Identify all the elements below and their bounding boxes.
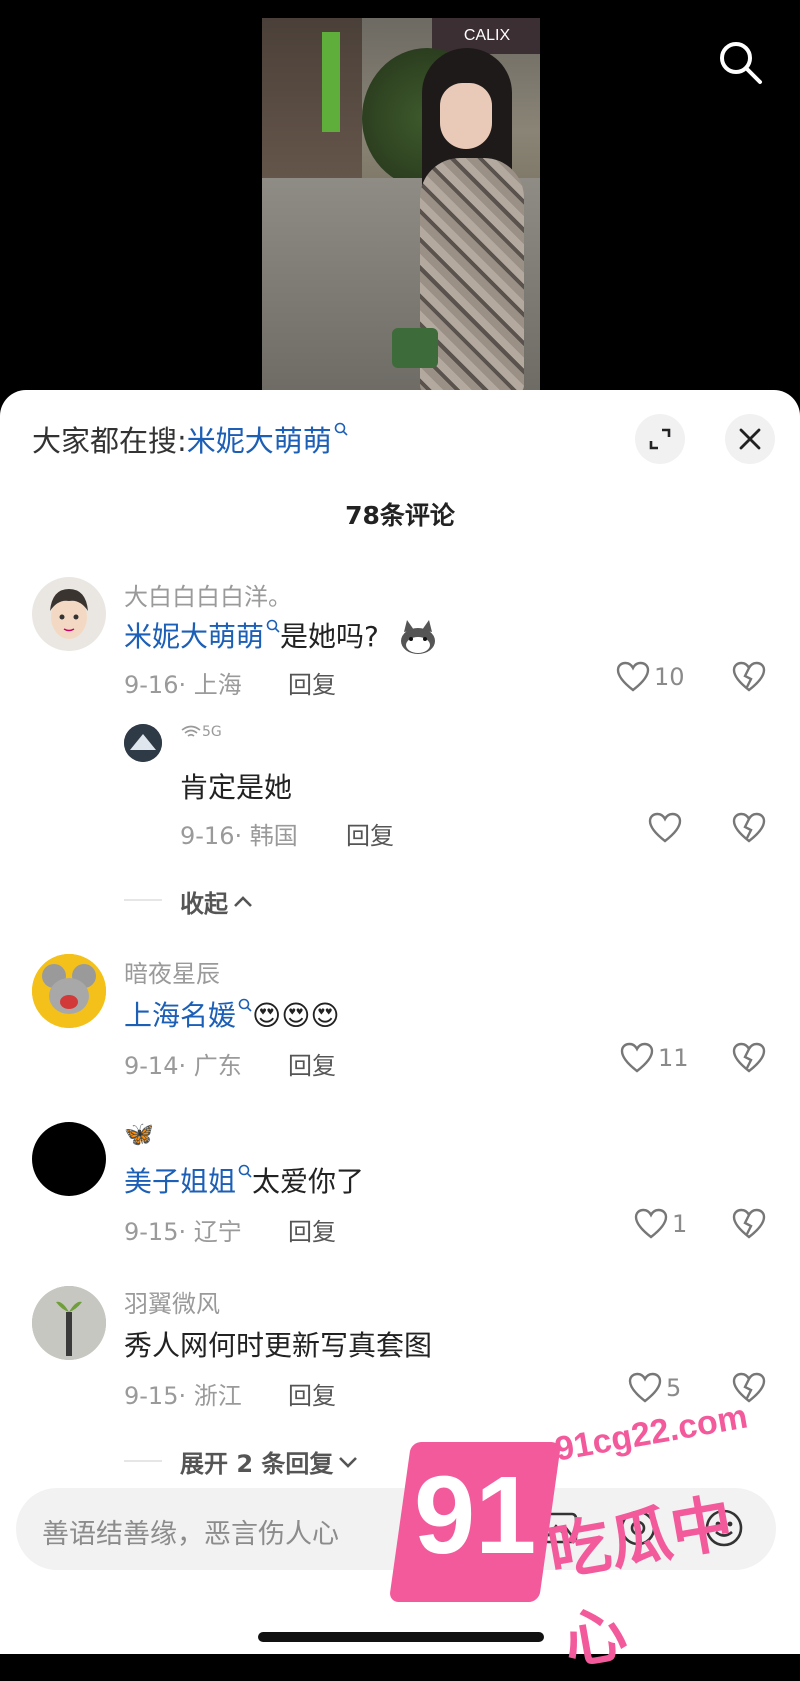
like-count: 10: [654, 663, 685, 691]
comment-input-placeholder: 善语结善缘，恶言伤人心: [42, 1519, 339, 1550]
watermark-url: 91cg22.com: [552, 1397, 751, 1469]
comment-username[interactable]: 羽翼微风: [124, 1284, 220, 1319]
comment-search-tag[interactable]: 上海名媛: [124, 999, 236, 1032]
comment-item: 大白白白白洋。 米妮大萌萌 是她吗? 9-16· 上海 回复 10: [0, 575, 800, 705]
reply-username-text: 5G: [202, 724, 222, 740]
fold-divider: [124, 899, 162, 901]
like-button[interactable]: 10: [616, 661, 685, 693]
like-button[interactable]: [648, 812, 686, 844]
comment-text: 上海名媛 😍😍😍: [124, 994, 340, 1034]
wifi-icon: [181, 725, 201, 737]
avatar-scenery: [124, 724, 162, 762]
chevron-down-icon: [339, 1456, 358, 1468]
comment-search-tag[interactable]: 米妮大萌萌: [124, 620, 264, 653]
heart-icon: [616, 661, 650, 692]
video-handbag: [392, 328, 438, 368]
reply-button[interactable]: 回复: [288, 665, 336, 700]
reply-date-location: 9-16· 韩国: [180, 822, 298, 850]
comment-text: 米妮大萌萌 是她吗?: [124, 615, 438, 656]
comment-date-location: 9-14· 广东: [124, 1052, 242, 1080]
comment-item: 🦋 美子姐姐 太爱你了 9-15· 辽宁 回复 1: [0, 1120, 800, 1250]
hot-search[interactable]: 大家都在搜:米妮大萌萌: [32, 418, 348, 460]
collapse-label: 收起: [180, 890, 228, 918]
comment-search-tag[interactable]: 美子姐姐: [124, 1165, 236, 1198]
comment-body: 太爱你了: [252, 1165, 365, 1198]
home-indicator[interactable]: [258, 1632, 544, 1642]
cat-sticker-icon: [400, 620, 435, 654]
like-button[interactable]: 5: [628, 1372, 681, 1404]
hot-search-prefix: 大家都在搜:: [32, 424, 187, 458]
comment-username[interactable]: 🦋: [124, 1120, 154, 1148]
video-frame[interactable]: CALIX: [262, 18, 540, 395]
comment-item: 羽翼微风 秀人网何时更新写真套图 9-15· 浙江 回复 5: [0, 1284, 800, 1414]
reply-button[interactable]: 回复: [288, 1046, 336, 1081]
expand-icon: [649, 428, 671, 450]
avatar[interactable]: [32, 954, 106, 1028]
comment-date-location: 9-16· 上海: [124, 671, 242, 699]
video-green-banner: [322, 32, 340, 132]
broken-heart-icon[interactable]: [732, 661, 766, 693]
expand-button[interactable]: [635, 414, 685, 464]
comment-date-location: 9-15· 浙江: [124, 1382, 242, 1410]
avatar[interactable]: [124, 724, 162, 762]
close-icon: [739, 428, 761, 450]
reply-button[interactable]: 回复: [288, 1376, 336, 1411]
broken-heart-icon[interactable]: [732, 812, 766, 844]
comment-item: 暗夜星辰 上海名媛 😍😍😍 9-14· 广东 回复 11: [0, 952, 800, 1082]
like-count: 5: [666, 1374, 682, 1402]
broken-heart-icon[interactable]: [732, 1208, 766, 1240]
reply-button[interactable]: 回复: [346, 816, 394, 851]
comment-text: 美子姐姐 太爱你了: [124, 1160, 364, 1200]
collapse-replies-button[interactable]: 收起: [180, 884, 254, 919]
watermark-number: 91: [414, 1454, 537, 1577]
heart-icon: [620, 1042, 654, 1073]
reply-button[interactable]: 回复: [288, 1212, 336, 1247]
like-button[interactable]: 11: [620, 1042, 689, 1074]
like-count: 11: [658, 1044, 689, 1072]
search-icon[interactable]: [716, 38, 764, 86]
reply-body: 肯定是她: [180, 771, 293, 804]
video-area[interactable]: CALIX: [0, 0, 800, 395]
comment-body: 是她吗?: [280, 620, 379, 653]
avatar-cartoon-mouse: [32, 954, 106, 1028]
reply-username[interactable]: 5G: [180, 724, 222, 740]
reply-item: 5G 肯定是她 9-16· 韩国 回复: [0, 722, 800, 852]
small-search-icon: [238, 1164, 252, 1178]
comment-date-location: 9-15· 辽宁: [124, 1218, 242, 1246]
small-search-icon: [266, 619, 280, 633]
chevron-up-icon: [234, 895, 252, 907]
avatar[interactable]: [32, 1122, 106, 1196]
heart-icon: [648, 812, 682, 843]
comment-count: 78条评论: [345, 501, 455, 530]
expand-divider: [124, 1460, 162, 1462]
comment-body: 😍😍😍: [252, 999, 340, 1032]
comment-body: 秀人网何时更新写真套图: [124, 1329, 433, 1362]
heart-icon: [634, 1208, 668, 1239]
avatar[interactable]: [32, 577, 106, 651]
avatar-sprout: [32, 1286, 106, 1360]
small-search-icon: [334, 422, 348, 436]
video-person-face: [440, 83, 492, 149]
comment-username[interactable]: 大白白白白洋。: [124, 577, 292, 612]
expand-replies-button[interactable]: 展开 2 条回复: [180, 1444, 359, 1479]
heart-icon: [628, 1372, 662, 1403]
like-button[interactable]: 1: [634, 1208, 687, 1240]
like-count: 1: [672, 1210, 688, 1238]
hot-search-term[interactable]: 米妮大萌萌: [187, 424, 332, 458]
close-button[interactable]: [725, 414, 775, 464]
watermark: 91 91cg22.com 吃瓜中心: [388, 1397, 792, 1678]
avatar[interactable]: [32, 1286, 106, 1360]
broken-heart-icon[interactable]: [732, 1042, 766, 1074]
small-search-icon: [238, 998, 252, 1012]
comment-username[interactable]: 暗夜星辰: [124, 954, 220, 989]
expand-label: 展开 2 条回复: [180, 1450, 334, 1478]
avatar-cartoon-boy: [50, 589, 88, 639]
